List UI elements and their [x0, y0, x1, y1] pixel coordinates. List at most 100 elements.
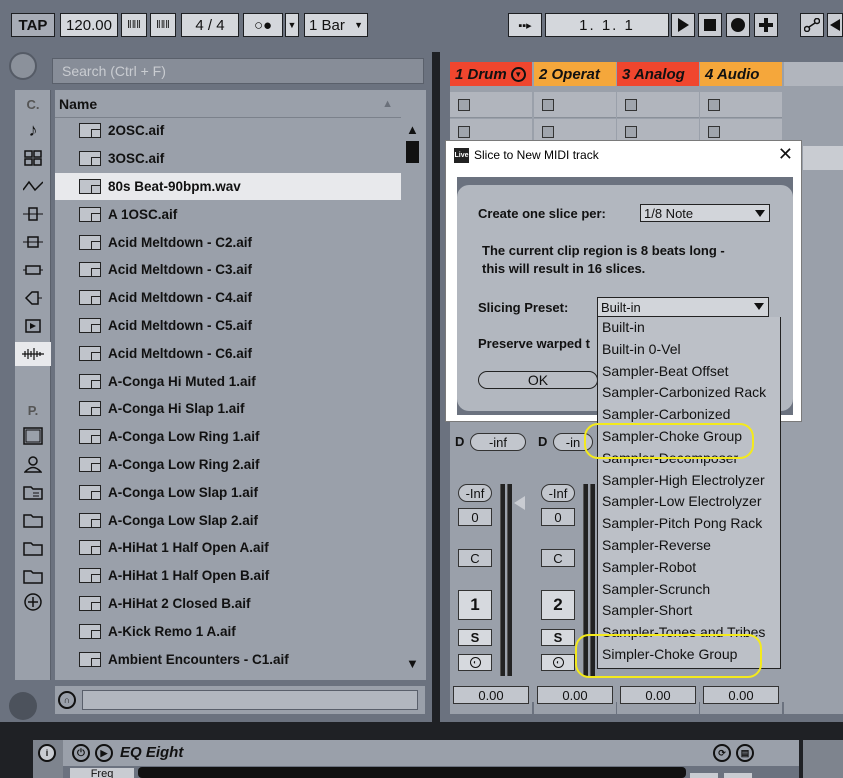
- file-row[interactable]: A-Kick Remo 1 A.aif: [55, 617, 401, 645]
- ok-button[interactable]: OK: [478, 371, 598, 389]
- headphones-icon[interactable]: ∩: [58, 691, 76, 709]
- instruments-icon[interactable]: [15, 174, 51, 198]
- send-d-knob[interactable]: -inf: [470, 433, 526, 451]
- clip-slot[interactable]: [450, 92, 532, 118]
- midi-effects-icon[interactable]: [15, 230, 51, 254]
- clip-stop-icon[interactable]: [708, 99, 720, 111]
- cue-button[interactable]: C: [458, 549, 492, 567]
- preset-option[interactable]: Sampler-Reverse: [602, 537, 711, 553]
- track-delay-field[interactable]: 0.00: [453, 686, 529, 704]
- track-activator-2[interactable]: 2: [541, 590, 575, 620]
- tap-button[interactable]: TAP: [11, 13, 55, 37]
- slicing-preset-select[interactable]: Built-in: [597, 297, 769, 317]
- master-track-header[interactable]: [784, 62, 843, 86]
- file-row[interactable]: A-HiHat 1 Half Open A.aif: [55, 534, 401, 562]
- nudge-down-icon[interactable]: ‖‖‖: [121, 13, 147, 37]
- user-library-icon[interactable]: [15, 452, 51, 476]
- clip-stop-icon[interactable]: [625, 99, 637, 111]
- scene-launch[interactable]: [803, 146, 843, 170]
- device-expand-icon[interactable]: ▶: [95, 744, 113, 762]
- clip-stop-icon[interactable]: [708, 126, 720, 138]
- nudge-up-icon[interactable]: ‖‖‖: [150, 13, 176, 37]
- packs-icon[interactable]: [15, 424, 51, 448]
- folder-icon[interactable]: [15, 564, 51, 588]
- folder-icon[interactable]: [15, 508, 51, 532]
- stop-icon[interactable]: [698, 13, 722, 37]
- samples-icon[interactable]: [15, 342, 51, 366]
- save-preset-icon[interactable]: ▤: [736, 744, 754, 762]
- add-icon[interactable]: [754, 13, 778, 37]
- clip-stop-icon[interactable]: [625, 126, 637, 138]
- preset-option[interactable]: Sampler-High Electrolyzer: [602, 472, 765, 488]
- current-project-icon[interactable]: [15, 480, 51, 504]
- arrangement-position[interactable]: 1. 1. 1: [545, 13, 669, 37]
- signature-numerator[interactable]: 4: [195, 17, 203, 34]
- back-to-arrangement-icon[interactable]: [827, 13, 843, 37]
- scroll-down-icon[interactable]: ▼: [406, 656, 419, 671]
- track-header-audio[interactable]: 4 Audio: [700, 62, 782, 86]
- track-header-operator[interactable]: 2 Operat: [534, 62, 616, 86]
- scroll-up-icon[interactable]: ▲: [406, 122, 419, 137]
- eq-control[interactable]: [690, 773, 718, 778]
- file-row[interactable]: A-Conga Hi Muted 1.aif: [55, 367, 401, 395]
- pan-readout[interactable]: 0: [541, 508, 575, 526]
- preview-waveform[interactable]: [82, 690, 418, 710]
- chevron-down-icon[interactable]: ▼: [510, 66, 526, 82]
- sounds-icon[interactable]: ♪: [15, 118, 51, 142]
- file-list-scrollbar[interactable]: ▲ ▼: [401, 118, 425, 678]
- drums-icon[interactable]: [15, 146, 51, 170]
- audio-effects-icon[interactable]: [15, 202, 51, 226]
- file-row[interactable]: A-HiHat 2 Closed B.aif: [55, 590, 401, 618]
- file-row[interactable]: Acid Meltdown - C6.aif: [55, 339, 401, 367]
- cue-button[interactable]: C: [541, 549, 575, 567]
- preset-option[interactable]: Sampler-Short: [602, 602, 692, 618]
- follow-icon[interactable]: ▪▪▸: [508, 13, 542, 37]
- quantize-select[interactable]: 1 Bar ▼: [304, 13, 368, 37]
- clip-slot[interactable]: [700, 92, 782, 118]
- preset-option[interactable]: Built-in 0-Vel: [602, 341, 681, 357]
- track-activator-1[interactable]: 1: [458, 590, 492, 620]
- browser-toggle-icon[interactable]: [9, 52, 37, 80]
- volume-readout[interactable]: -Inf: [541, 484, 575, 502]
- file-row[interactable]: A-Conga Hi Slap 1.aif: [55, 395, 401, 423]
- time-signature[interactable]: 4 / 4: [181, 13, 239, 37]
- clip-stop-icon[interactable]: [458, 99, 470, 111]
- file-row[interactable]: A-Conga Low Slap 2.aif: [55, 506, 401, 534]
- metronome-menu-icon[interactable]: ▼: [285, 13, 299, 37]
- add-folder-icon[interactable]: [15, 590, 51, 614]
- file-row[interactable]: Ambient Encounters - C1.aif: [55, 645, 401, 673]
- arm-button[interactable]: ◐: [541, 654, 575, 671]
- arm-button[interactable]: ◐: [458, 654, 492, 671]
- volume-readout[interactable]: -Inf: [458, 484, 492, 502]
- preset-option[interactable]: Sampler-Carbonized Rack: [602, 384, 766, 400]
- preset-option[interactable]: Sampler-Scrunch: [602, 581, 710, 597]
- clip-stop-icon[interactable]: [542, 99, 554, 111]
- folder-icon[interactable]: [15, 536, 51, 560]
- preset-option[interactable]: Sampler-Beat Offset: [602, 363, 729, 379]
- track-delay-field[interactable]: 0.00: [703, 686, 779, 704]
- file-row[interactable]: A-HiHat 1 Half Open B.aif: [55, 562, 401, 590]
- slice-per-select[interactable]: 1/8 Note: [640, 204, 770, 222]
- file-row[interactable]: A-Conga Low Ring 2.aif: [55, 451, 401, 479]
- preset-option[interactable]: Sampler-Pitch Pong Rack: [602, 515, 762, 531]
- hot-swap-icon[interactable]: ⟳: [713, 744, 731, 762]
- name-column-header[interactable]: Name ▲: [55, 90, 401, 118]
- track-delay-field[interactable]: 0.00: [537, 686, 613, 704]
- scroll-thumb[interactable]: [406, 141, 419, 163]
- clip-slot[interactable]: [617, 92, 699, 118]
- file-row[interactable]: 80s Beat-90bpm.wav: [55, 172, 401, 201]
- solo-button[interactable]: S: [458, 629, 492, 646]
- preset-option[interactable]: Sampler-Low Electrolyzer: [602, 493, 762, 509]
- automation-icon[interactable]: [800, 13, 824, 37]
- preset-option[interactable]: Sampler-Carbonized: [602, 406, 730, 422]
- device-power-icon[interactable]: ⏻: [72, 744, 90, 762]
- file-row[interactable]: Acid Meltdown - C2.aif: [55, 228, 401, 256]
- preset-option[interactable]: Built-in: [602, 319, 645, 335]
- record-icon[interactable]: [726, 13, 750, 37]
- preset-option[interactable]: Sampler-Robot: [602, 559, 696, 575]
- eq-display[interactable]: [138, 767, 686, 778]
- search-input[interactable]: Search (Ctrl + F): [52, 58, 424, 84]
- clip-stop-icon[interactable]: [458, 126, 470, 138]
- file-row[interactable]: 2OSC.aif: [55, 117, 401, 145]
- fader-handle-icon[interactable]: [514, 496, 525, 510]
